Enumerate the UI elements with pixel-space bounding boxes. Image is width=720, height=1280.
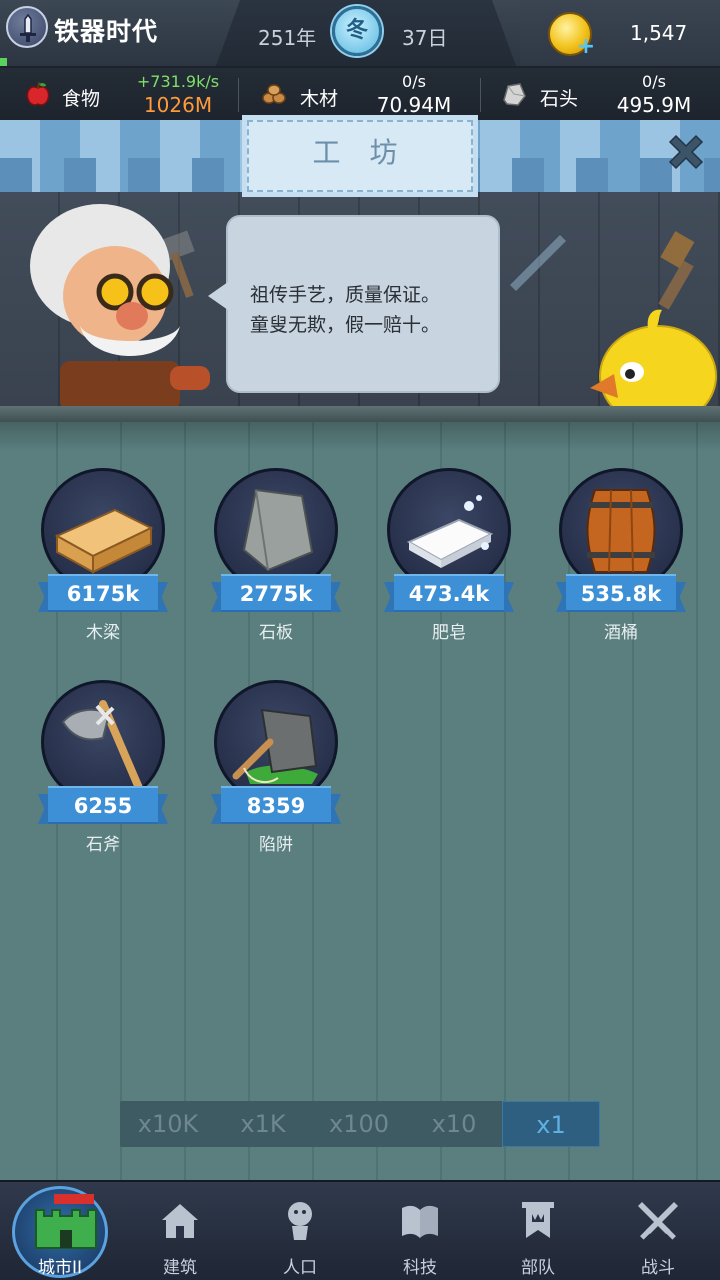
food-rate: +731.9k/s: [136, 72, 220, 91]
wood-icon: [262, 84, 286, 104]
item-name: 酒桶: [604, 623, 638, 643]
nav-population-button[interactable]: [250, 1192, 350, 1246]
era-name: 铁器时代: [54, 17, 159, 46]
close-icon[interactable]: [664, 132, 708, 176]
item-stone-axe[interactable]: 6255 石斧: [38, 680, 168, 870]
item-name: 陷阱: [259, 835, 293, 855]
crossed-swords-icon: [638, 1202, 678, 1240]
soap-icon: [406, 495, 494, 568]
item-trap[interactable]: 8359 陷阱: [211, 680, 341, 870]
plus-icon: +: [576, 34, 596, 59]
nav-buildings-label: 建筑: [163, 1258, 197, 1278]
stone-axe-icon: [61, 700, 143, 792]
nav-tech-label: 科技: [403, 1258, 437, 1278]
nav-city-label: 城市II: [37, 1258, 83, 1278]
coin-count: 1,547: [630, 21, 688, 45]
speech-line: 童叟无欺，假一赔十。: [250, 314, 441, 336]
nav-troops-label: 部队: [521, 1258, 555, 1278]
saw-icon: [510, 235, 566, 291]
bird-character: [590, 309, 717, 410]
nav-troops-button[interactable]: [488, 1192, 588, 1246]
wood-label: 木材: [300, 88, 339, 110]
shelf-ledge: [0, 406, 720, 422]
item-count: 6255: [73, 794, 133, 818]
item-count: 2775k: [239, 582, 313, 606]
workshop-title: 工 坊: [242, 115, 478, 197]
stone-rate: 0/s: [642, 72, 666, 91]
person-icon: [288, 1202, 312, 1240]
item-count: 8359: [246, 794, 306, 818]
item-stone-slab[interactable]: 2775k 石板: [211, 468, 341, 658]
progress-indicator: [0, 58, 7, 66]
brush-icon: [658, 231, 695, 310]
food-label: 食物: [62, 88, 101, 110]
year-label: 251年: [258, 26, 317, 50]
nav-tech-button[interactable]: [370, 1192, 470, 1246]
item-name: 肥皂: [432, 623, 466, 643]
apple-icon: [26, 81, 50, 106]
trap-icon: [232, 708, 318, 784]
item-name: 木梁: [86, 623, 120, 643]
item-count: 473.4k: [408, 582, 490, 606]
nav-battle-label: 战斗: [641, 1258, 675, 1278]
multiplier-x100-button[interactable]: x100: [312, 1101, 406, 1147]
barrel-icon: [586, 489, 656, 573]
house-icon: [162, 1204, 198, 1238]
stone-slab-icon: [242, 488, 314, 572]
coin-add-button[interactable]: +: [548, 12, 595, 58]
craftsman-character: [30, 204, 210, 410]
era-badge[interactable]: [6, 6, 48, 48]
item-barrel[interactable]: 535.8k 酒桶: [556, 468, 686, 658]
nav-buildings-button[interactable]: [130, 1192, 230, 1246]
item-soap[interactable]: 473.4k 肥皂: [384, 468, 514, 658]
season-indicator[interactable]: 冬: [332, 6, 382, 56]
divider: [480, 78, 481, 112]
item-name: 石板: [259, 623, 293, 643]
stone-amount: 495.9M: [616, 93, 692, 117]
book-icon: [402, 1205, 438, 1238]
day-label: 37日: [402, 26, 448, 50]
stone-icon: [503, 83, 526, 106]
multiplier-x10-button[interactable]: x10: [406, 1101, 502, 1147]
sword-icon: [20, 14, 36, 42]
nav-population-label: 人口: [283, 1258, 317, 1278]
castle-icon: [35, 1194, 97, 1249]
stone-label: 石头: [540, 88, 579, 110]
item-count: 6175k: [66, 582, 140, 606]
nav-battle-button[interactable]: [608, 1192, 708, 1246]
wood-rate: 0/s: [402, 72, 426, 91]
speech-line: 祖传手艺，质量保证。: [250, 284, 441, 306]
wood-amount: 70.94M: [376, 93, 452, 117]
divider: [238, 78, 239, 112]
multiplier-x10k-button[interactable]: x10K: [122, 1101, 214, 1147]
item-wood-beam[interactable]: 6175k 木梁: [38, 468, 168, 658]
food-amount: 1026M: [143, 93, 213, 117]
banner-icon: [522, 1202, 554, 1238]
item-name: 石斧: [86, 835, 120, 855]
multiplier-x1-button[interactable]: x1: [502, 1101, 600, 1147]
wood-beam-icon: [54, 508, 153, 574]
item-count: 535.8k: [580, 582, 662, 606]
multiplier-x1k-button[interactable]: x1K: [214, 1101, 312, 1147]
